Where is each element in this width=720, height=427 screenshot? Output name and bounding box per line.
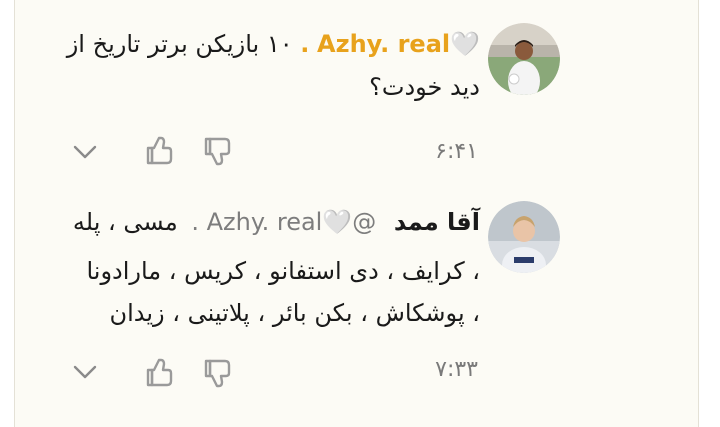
comment-2-mention-at: @ bbox=[352, 208, 377, 236]
comment-2-mention-user[interactable]: Azhy. real bbox=[207, 208, 323, 236]
comment-2-text-line-1: مسی ، پله bbox=[72, 208, 178, 236]
comment-1-username[interactable]: Azhy. real bbox=[317, 30, 450, 58]
comment-1-text-line-2: دید خودت؟ bbox=[369, 73, 480, 101]
comment-1-line-2: دید خودت؟ bbox=[369, 70, 480, 104]
comment-2-chevron-down-icon[interactable] bbox=[70, 360, 100, 384]
avatar-agha-mamad[interactable] bbox=[488, 201, 560, 273]
comment-1-chevron-down-icon[interactable] bbox=[70, 140, 100, 164]
comment-2-text-line-3: ، پوشکاش ، بکن بائر ، پلاتینی ، زیدان bbox=[109, 299, 480, 327]
comment-2-thumbs-down-icon[interactable] bbox=[201, 356, 235, 390]
comment-2-line-1: آقا ممد @🤍Azhy. real . مسی ، پله bbox=[73, 205, 480, 239]
comment-1-timestamp: ۶:۴۱ bbox=[435, 139, 478, 164]
comment-2-author[interactable]: آقا ممد bbox=[394, 208, 480, 236]
comment-2-mention-heart: 🤍 bbox=[322, 208, 353, 236]
comment-1-line-1: 🤍Azhy. real . ۱۰ بازیکن برتر تاریخ از bbox=[67, 27, 480, 61]
avatar-azhy-real[interactable] bbox=[488, 23, 560, 95]
comment-1-separator: . bbox=[300, 30, 310, 58]
comment-2-thumbs-up-icon[interactable] bbox=[143, 356, 177, 390]
comment-2-text-line-2: ، کرایف ، دی استفانو ، کریس ، مارادونا bbox=[86, 257, 480, 285]
comment-2-timestamp: ۷:۳۳ bbox=[435, 357, 478, 382]
comment-1-username-heart: 🤍 bbox=[450, 30, 480, 58]
comment-1-thumbs-down-icon[interactable] bbox=[201, 134, 235, 168]
comment-2-line-3: ، پوشکاش ، بکن بائر ، پلاتینی ، زیدان bbox=[109, 296, 480, 330]
comment-2-line-2: ، کرایف ، دی استفانو ، کریس ، مارادونا bbox=[86, 254, 480, 288]
comment-2-separator: . bbox=[191, 208, 199, 236]
comment-1-thumbs-up-icon[interactable] bbox=[143, 134, 177, 168]
comment-1-text-line-1: ۱۰ بازیکن برتر تاریخ از bbox=[66, 30, 293, 58]
